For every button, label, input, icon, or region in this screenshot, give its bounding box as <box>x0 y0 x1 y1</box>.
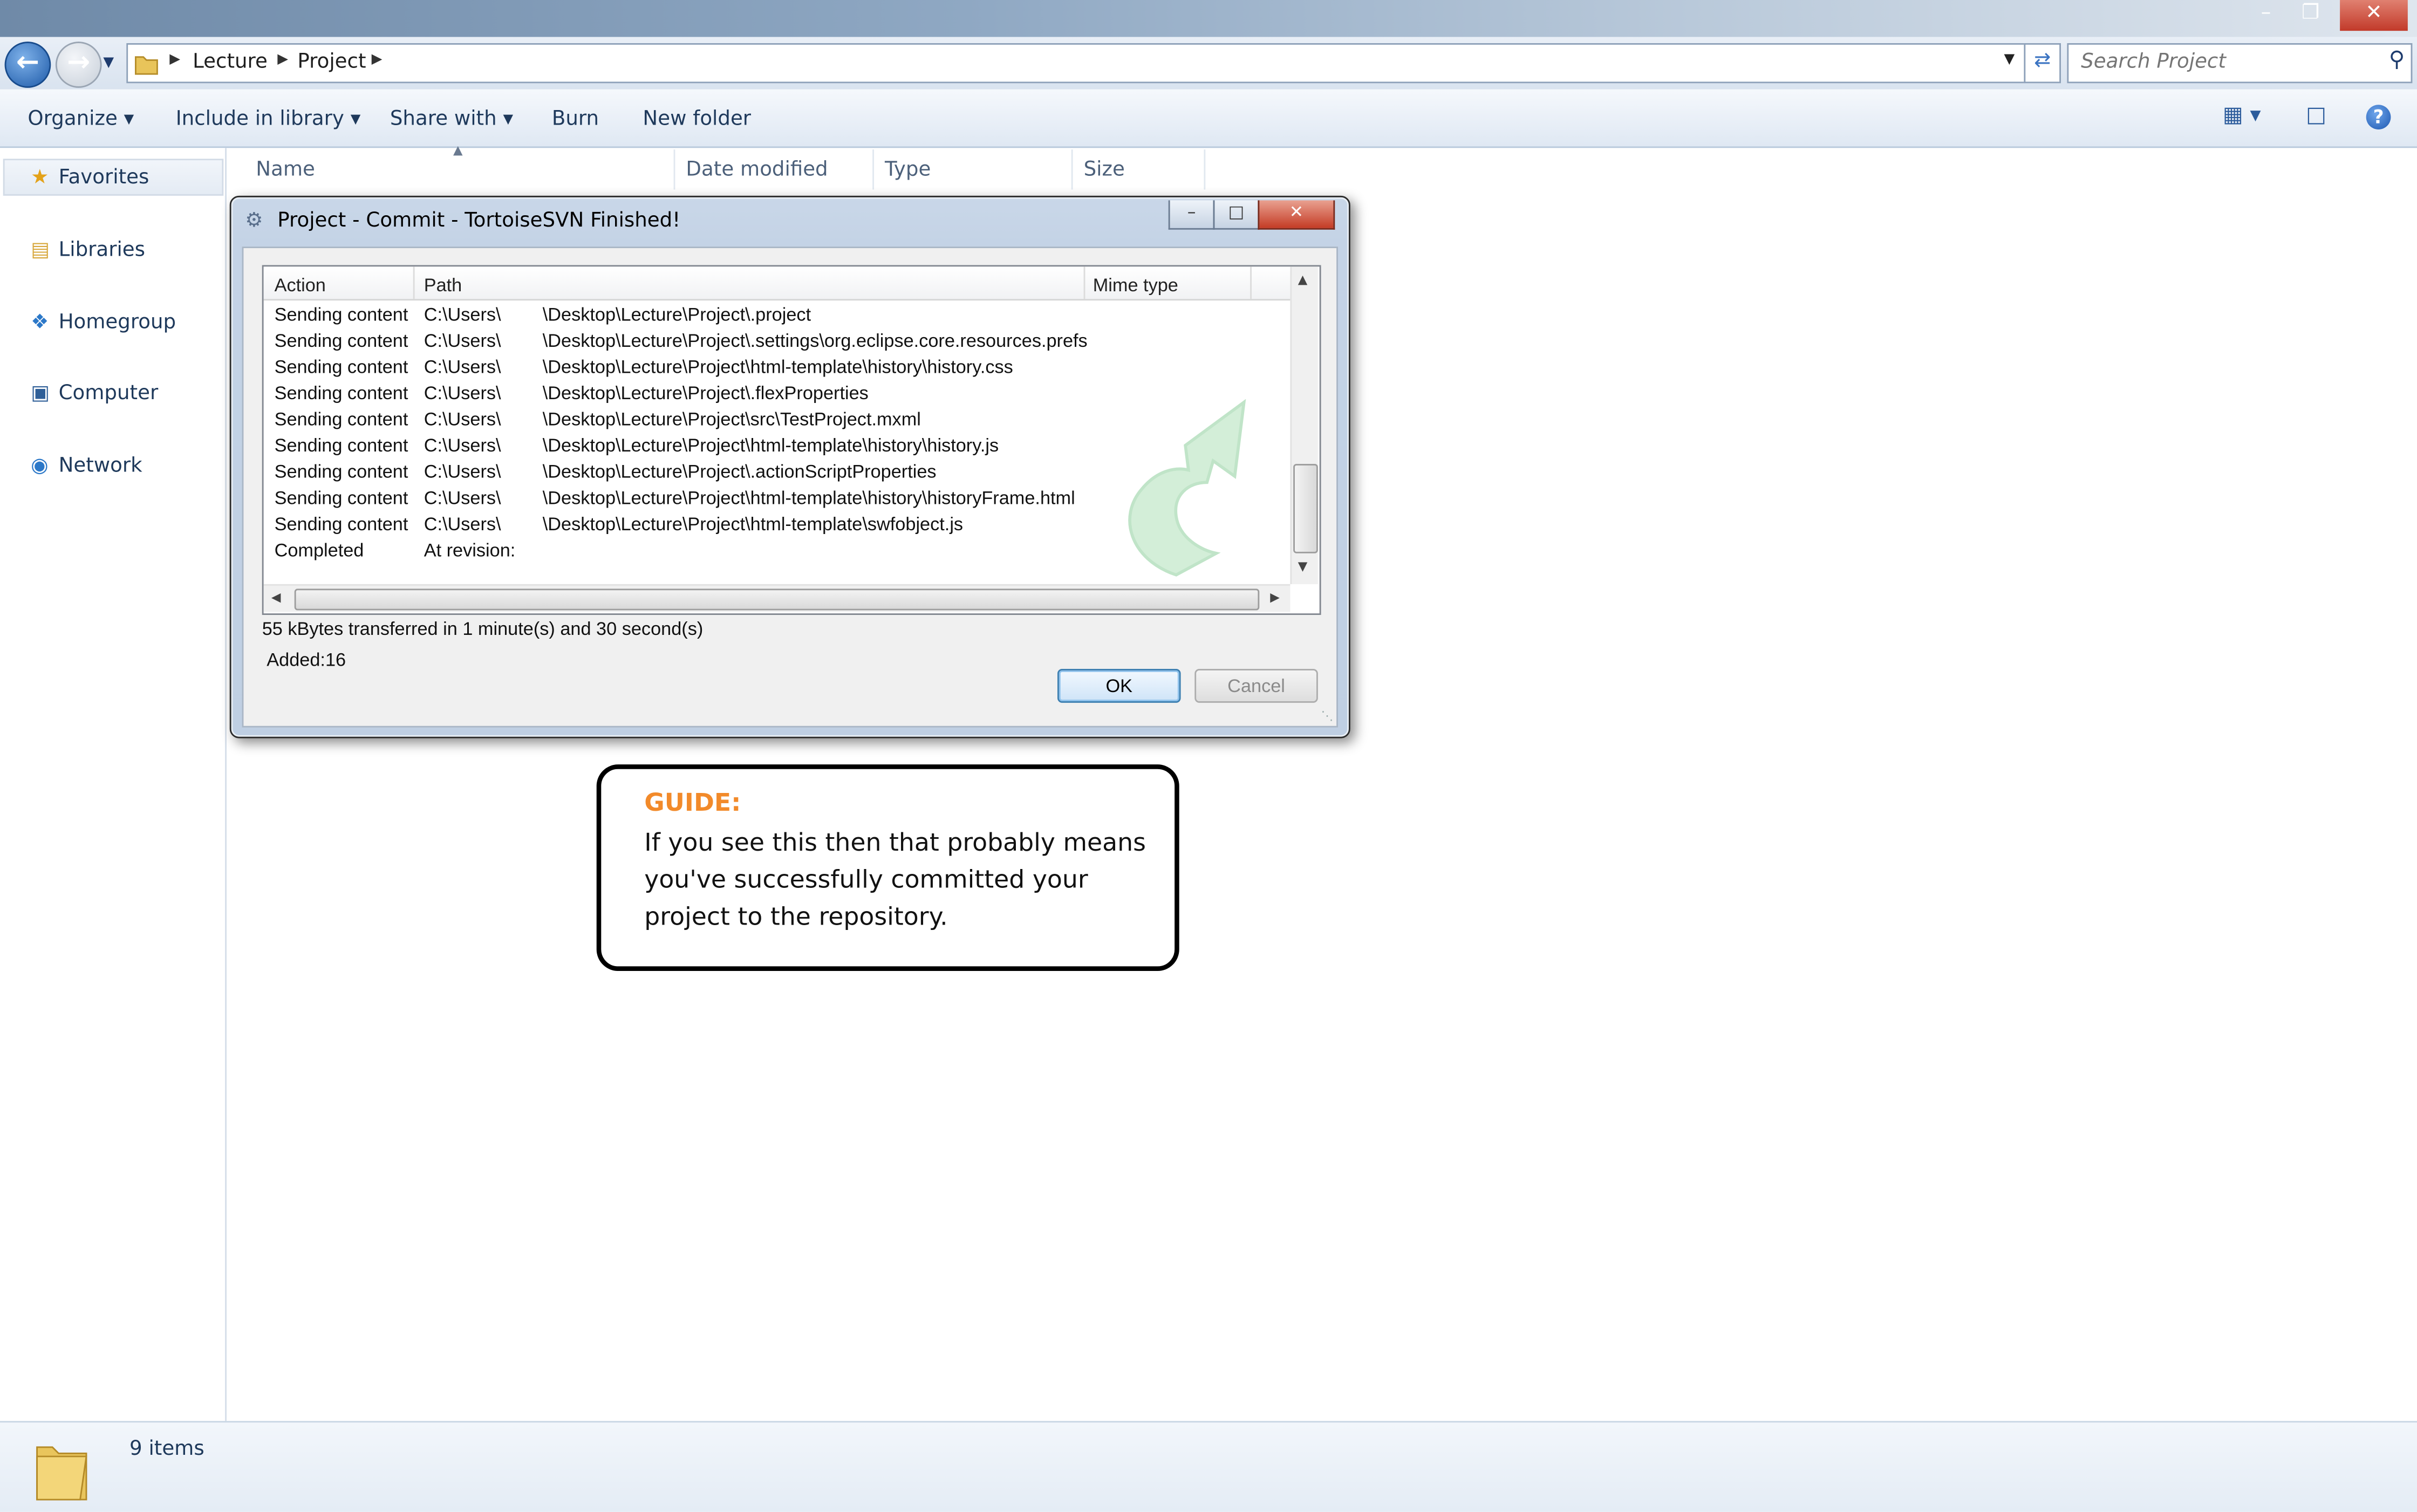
window-title-bar: – ❐ ✕ <box>0 0 2417 37</box>
guide-text: If you see this then that probably means… <box>644 827 1146 931</box>
share-with-menu[interactable]: Share with ▾ <box>390 108 513 131</box>
command-bar: Organize ▾ Include in library ▾ Share wi… <box>0 89 2417 148</box>
list-item[interactable]: Sending content C:\Users\ \Desktop\Lecture… <box>264 458 1291 484</box>
tortoisesvn-icon: ⚙ <box>245 209 263 233</box>
scroll-down-arrow-icon[interactable]: ▼ <box>1298 559 1308 573</box>
guide-callout: GUIDE: If you see this then that probabl… <box>596 764 1179 971</box>
organize-menu[interactable]: Organize ▾ <box>28 108 134 131</box>
list-item[interactable]: Sending content C:\Users\ \Desktop\Lecture… <box>264 432 1291 458</box>
scroll-left-arrow-icon[interactable]: ◀ <box>271 590 281 604</box>
cancel-button[interactable]: Cancel <box>1194 669 1318 703</box>
forward-arrow-icon: → <box>67 46 91 79</box>
include-in-library-menu[interactable]: Include in library ▾ <box>176 108 361 131</box>
column-type[interactable]: Type <box>885 159 931 182</box>
list-column-action[interactable]: Action <box>275 275 326 296</box>
vertical-scrollbar[interactable]: ▲ ▼ <box>1290 266 1318 584</box>
breadcrumb-project[interactable]: Project <box>297 51 366 74</box>
forward-button[interactable]: → <box>55 42 102 88</box>
dialog-minimize-button[interactable]: – <box>1168 200 1215 230</box>
nav-computer[interactable]: ▣ Computer <box>31 382 158 406</box>
back-arrow-icon: ← <box>16 46 39 79</box>
resize-grip-icon[interactable]: ⋱ <box>1321 709 1334 723</box>
scroll-right-arrow-icon[interactable]: ▶ <box>1270 590 1280 604</box>
horizontal-scrollbar[interactable]: ◀ ▶ <box>263 584 1291 612</box>
dialog-close-button[interactable]: ✕ <box>1258 200 1335 230</box>
star-icon: ★ <box>31 166 49 190</box>
libraries-icon: ▤ <box>31 238 50 262</box>
list-item[interactable]: Sending content C:\Users\ \Desktop\Lecture… <box>264 327 1291 353</box>
homegroup-icon: ❖ <box>31 311 49 334</box>
back-button[interactable]: ← <box>4 42 51 88</box>
refresh-icon[interactable]: ⇄ <box>2024 43 2061 84</box>
column-name[interactable]: Name <box>256 159 315 182</box>
ok-button[interactable]: OK <box>1057 669 1181 703</box>
column-date-modified[interactable]: Date modified <box>686 159 828 182</box>
column-size[interactable]: Size <box>1084 159 1125 182</box>
item-count: 9 items <box>129 1438 204 1461</box>
list-item[interactable]: Sending content C:\Users\ \Desktop\Lecture… <box>264 405 1291 432</box>
restore-button[interactable]: ❐ <box>2289 0 2332 31</box>
search-box[interactable]: ⚲ <box>2067 43 2413 84</box>
search-icon[interactable]: ⚲ <box>2389 48 2405 73</box>
list-item[interactable]: Sending content C:\Users\ \Desktop\Lecture… <box>264 300 1291 327</box>
nav-favorites[interactable]: ★ Favorites <box>31 167 149 190</box>
commit-finished-dialog: ⚙ Project - Commit - TortoiseSVN Finishe… <box>229 195 1350 738</box>
new-folder-button[interactable]: New folder <box>643 108 751 131</box>
nav-homegroup[interactable]: ❖ Homegroup <box>31 311 176 334</box>
burn-button[interactable]: Burn <box>552 108 599 131</box>
nav-network[interactable]: ◉ Network <box>31 455 142 478</box>
folder-icon <box>36 1446 87 1501</box>
commit-results-list[interactable]: Action Path Mime type Sending content C:\… <box>262 265 1321 615</box>
list-item[interactable]: Sending content C:\Users\ \Desktop\Lecture… <box>264 510 1291 537</box>
nav-libraries[interactable]: ▤ Libraries <box>31 239 145 262</box>
dialog-title: Project - Commit - TortoiseSVN Finished! <box>277 209 681 233</box>
navigation-pane: ★ Favorites ▤ Libraries ❖ Homegroup ▣ Comput… <box>0 148 227 1421</box>
horizontal-scroll-thumb[interactable] <box>294 589 1260 611</box>
address-dropdown[interactable]: ▼ <box>2004 52 2015 68</box>
breadcrumb-lecture[interactable]: Lecture <box>193 51 268 74</box>
view-icon[interactable]: ▦ ▾ <box>2223 103 2261 128</box>
folder-icon <box>135 56 158 75</box>
added-info: Added:16 <box>267 648 346 671</box>
help-icon[interactable]: ? <box>2366 105 2391 129</box>
list-column-path[interactable]: Path <box>424 275 462 296</box>
breadcrumb[interactable]: ▶ Lecture ▶ Project ▶ ▼ <box>126 43 2026 84</box>
computer-icon: ▣ <box>31 382 50 406</box>
list-item[interactable]: Sending content C:\Users\ \Desktop\Lecture… <box>264 379 1291 406</box>
search-input[interactable] <box>2078 49 2377 76</box>
dialog-body: Action Path Mime type Sending content C:\… <box>242 247 1339 728</box>
list-item[interactable]: Completed At revision: <box>264 536 1291 563</box>
status-bar: 9 items <box>0 1421 2417 1512</box>
scroll-up-arrow-icon[interactable]: ▲ <box>1298 273 1308 287</box>
dialog-maximize-button[interactable]: □ <box>1213 200 1260 230</box>
network-icon: ◉ <box>31 454 49 478</box>
vertical-scroll-thumb[interactable] <box>1293 464 1318 553</box>
preview-pane-icon[interactable]: □ <box>2306 103 2326 128</box>
recent-pages-dropdown[interactable]: ▼ <box>103 56 114 71</box>
list-item[interactable]: Sending content C:\Users\ \Desktop\Lecture… <box>264 353 1291 379</box>
transfer-info: 55 kBytes transferred in 1 minute(s) and… <box>262 618 704 640</box>
list-item[interactable]: Sending content C:\Users\ \Desktop\Lecture… <box>264 484 1291 510</box>
list-header: Action Path Mime type <box>263 266 1291 301</box>
guide-heading: GUIDE: <box>644 788 741 817</box>
address-bar: ← → ▼ ▶ Lecture ▶ Project ▶ ▼ ⇄ ⚲ <box>0 37 2417 90</box>
minimize-button[interactable]: – <box>2244 0 2288 31</box>
close-window-button[interactable]: ✕ <box>2340 0 2408 31</box>
list-column-mime-type[interactable]: Mime type <box>1093 275 1178 296</box>
sort-arrow-icon: ▲ <box>453 143 463 158</box>
